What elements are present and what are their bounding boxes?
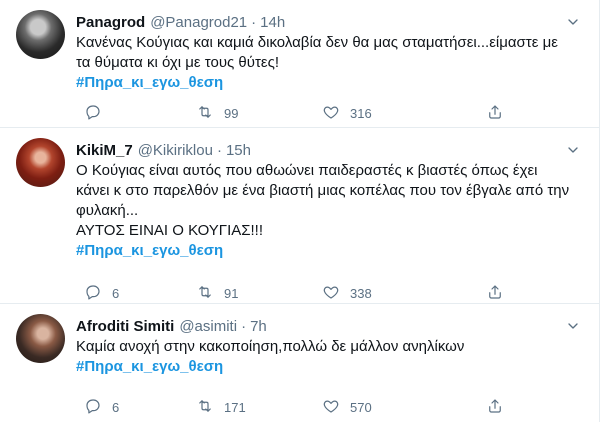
tweet-text: Κανένας Κούγιας και καμιά δικολαβία δεν …	[76, 34, 558, 71]
tweet-text: Ο Κούγιας είναι αυτός που αθωώνει παιδερ…	[76, 162, 570, 239]
reply-icon	[84, 397, 102, 418]
retweet-count: 99	[224, 105, 239, 121]
tweet[interactable]: KikiM_7 @Kikiriklou · 15h Ο Κούγιας είνα…	[0, 128, 599, 304]
chevron-down-icon[interactable]	[563, 12, 583, 32]
timestamp[interactable]: 7h	[250, 318, 267, 335]
avatar[interactable]	[16, 138, 65, 187]
share-button[interactable]	[486, 103, 504, 123]
tweet-actions: 99 316	[76, 103, 546, 123]
tweet-header: Afroditi Simiti @asimiti · 7h	[76, 316, 583, 336]
tweet-text: Καμία ανοχή στην κακοποίηση,πολλώ δε μάλ…	[76, 338, 465, 355]
author-name[interactable]: Afroditi Simiti	[76, 318, 174, 335]
tweet-content: Afroditi Simiti @asimiti · 7h Καμία ανοχ…	[76, 316, 583, 377]
tweet[interactable]: Afroditi Simiti @asimiti · 7h Καμία ανοχ…	[0, 304, 599, 422]
hashtag-link[interactable]: #Πηρα_κι_εγω_θεση	[76, 357, 583, 377]
tweet-content: KikiM_7 @Kikiriklou · 15h Ο Κούγιας είνα…	[76, 140, 583, 261]
avatar[interactable]	[16, 314, 65, 363]
like-icon	[322, 283, 340, 304]
reply-button[interactable]: 6	[84, 397, 119, 417]
reply-icon	[84, 103, 102, 124]
avatar[interactable]	[16, 10, 65, 59]
like-icon	[322, 103, 340, 124]
reply-count: 6	[112, 399, 120, 415]
separator-dot: ·	[216, 141, 222, 159]
retweet-count: 171	[224, 399, 246, 415]
retweet-button[interactable]: 171	[196, 397, 246, 417]
reply-button[interactable]	[84, 103, 112, 123]
retweet-icon	[196, 397, 214, 418]
reply-button[interactable]: 6	[84, 283, 119, 303]
tweet-content: Panagrod @Panagrod21 · 14h Κανένας Κούγι…	[76, 12, 583, 93]
like-count: 570	[350, 399, 372, 415]
author-name[interactable]: KikiM_7	[76, 142, 133, 159]
retweet-button[interactable]: 99	[196, 103, 238, 123]
separator-dot: ·	[241, 317, 247, 335]
like-count: 316	[350, 105, 372, 121]
share-icon	[486, 103, 504, 124]
hashtag-link[interactable]: #Πηρα_κι_εγω_θεση	[76, 241, 583, 261]
share-button[interactable]	[486, 397, 504, 417]
like-icon	[322, 397, 340, 418]
author-name[interactable]: Panagrod	[76, 14, 145, 31]
tweet[interactable]: Panagrod @Panagrod21 · 14h Κανένας Κούγι…	[0, 0, 599, 128]
hashtag-link[interactable]: #Πηρα_κι_εγω_θεση	[76, 73, 583, 93]
retweet-icon	[196, 103, 214, 124]
retweet-button[interactable]: 91	[196, 283, 238, 303]
tweet-actions: 6 91 338	[76, 283, 546, 303]
tweet-header: Panagrod @Panagrod21 · 14h	[76, 12, 583, 32]
timestamp[interactable]: 15h	[226, 142, 251, 159]
chevron-down-icon[interactable]	[563, 316, 583, 336]
separator-dot: ·	[251, 13, 257, 31]
author-handle[interactable]: @Kikiriklou	[138, 142, 213, 159]
tweet-header: KikiM_7 @Kikiriklou · 15h	[76, 140, 583, 160]
share-icon	[486, 397, 504, 418]
author-handle[interactable]: @asimiti	[179, 318, 237, 335]
like-button[interactable]: 316	[322, 103, 372, 123]
chevron-down-icon[interactable]	[563, 140, 583, 160]
author-handle[interactable]: @Panagrod21	[150, 14, 247, 31]
share-icon	[486, 283, 504, 304]
reply-count: 6	[112, 285, 120, 301]
reply-icon	[84, 283, 102, 304]
retweet-icon	[196, 283, 214, 304]
tweet-feed: Panagrod @Panagrod21 · 14h Κανένας Κούγι…	[0, 0, 600, 422]
tweet-actions: 6 171 570	[76, 397, 546, 417]
timestamp[interactable]: 14h	[260, 14, 285, 31]
share-button[interactable]	[486, 283, 504, 303]
like-button[interactable]: 338	[322, 283, 372, 303]
retweet-count: 91	[224, 285, 239, 301]
like-button[interactable]: 570	[322, 397, 372, 417]
like-count: 338	[350, 285, 372, 301]
